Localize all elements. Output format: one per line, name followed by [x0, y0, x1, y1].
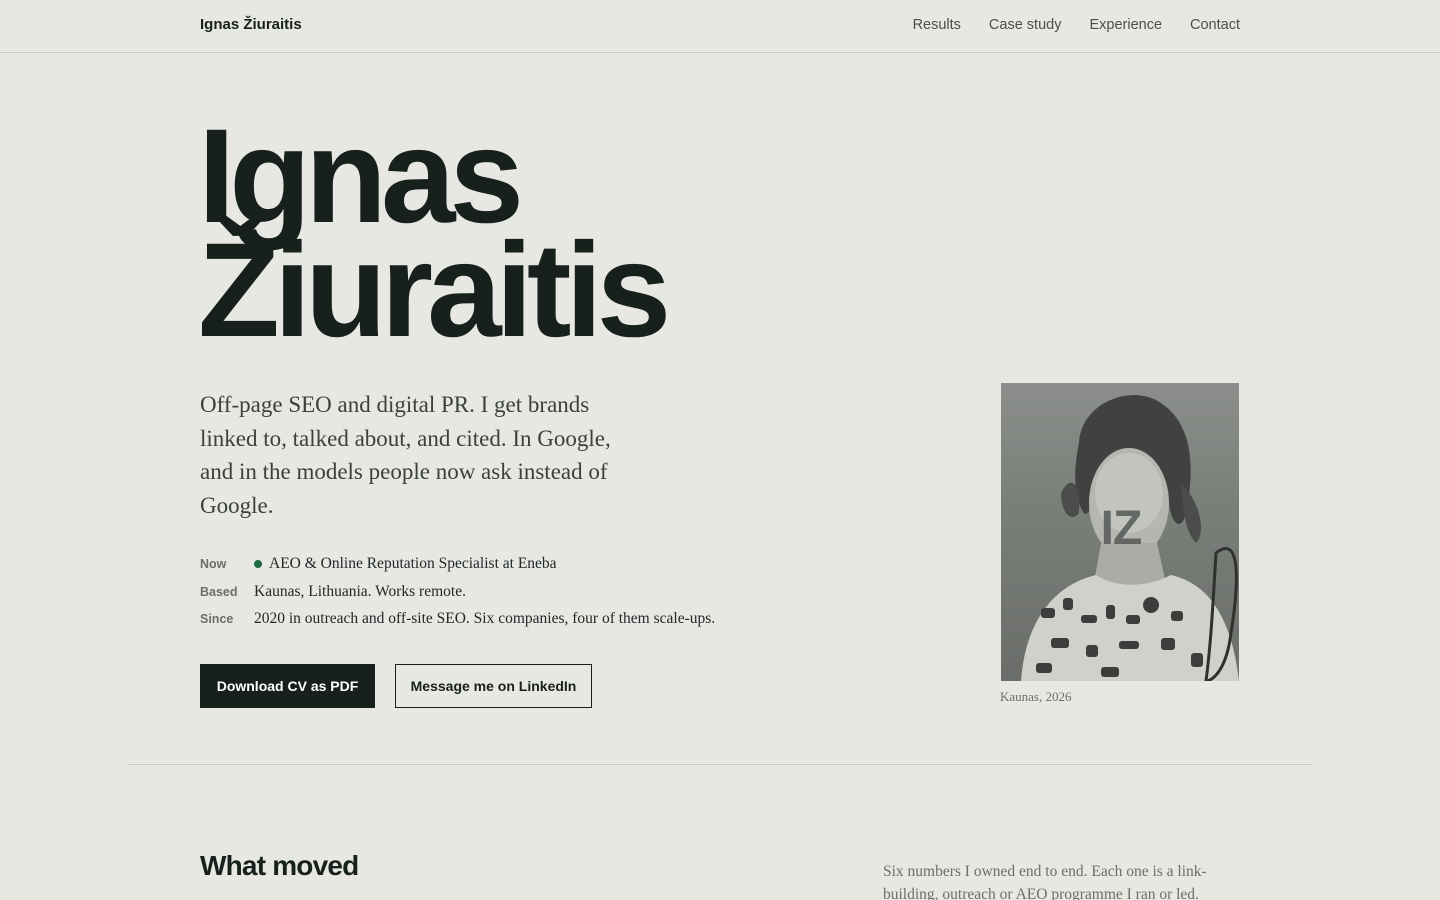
hero-tagline: Off-page SEO and digital PR. I get brand…: [200, 392, 611, 518]
hero-name-heading: Ignas Žiuraitis: [198, 110, 671, 365]
results-section-intro: Six numbers I owned end to end. Each one…: [883, 863, 1207, 900]
status-dot-icon: [254, 560, 262, 568]
download-cv-button[interactable]: Download CV as PDF: [200, 664, 375, 708]
fact-row-based: Based Kaunas, Lithuania. Works remote.: [200, 583, 715, 611]
fact-key: Now: [200, 557, 227, 571]
portrait-initials: IZ: [1100, 502, 1143, 555]
fact-value: AEO & Online Reputation Specialist at En…: [254, 555, 557, 573]
hero-name-line-last: Žiuraitis: [198, 216, 671, 365]
site-brand[interactable]: Ignas Žiuraitis: [200, 16, 302, 33]
portrait-photo: IZ: [1001, 383, 1239, 681]
nav-link-experience[interactable]: Experience: [1089, 17, 1162, 33]
photo-caption: Kaunas, 2026: [1000, 689, 1072, 704]
linkedin-message-button[interactable]: Message me on LinkedIn: [395, 664, 592, 708]
fact-key: Since: [200, 612, 234, 626]
profile-facts: Now AEO & Online Reputation Specialist a…: [200, 555, 715, 638]
fact-value: Kaunas, Lithuania. Works remote.: [254, 582, 466, 600]
fact-key: Based: [200, 584, 238, 599]
main-nav: Results Case study Experience Contact: [913, 17, 1240, 33]
nav-link-results[interactable]: Results: [913, 17, 961, 33]
results-section-title: What moved: [200, 850, 359, 881]
nav-link-contact[interactable]: Contact: [1190, 17, 1240, 33]
fact-row-since: Since 2020 in outreach and off-site SEO.…: [200, 610, 715, 638]
fact-row-now: Now AEO & Online Reputation Specialist a…: [200, 555, 715, 583]
current-role: AEO & Online Reputation Specialist at En…: [269, 555, 557, 572]
fact-value: 2020 in outreach and off-site SEO. Six c…: [254, 610, 716, 627]
top-navigation-bar: Ignas Žiuraitis Results Case study Exper…: [0, 0, 1440, 53]
section-divider: [128, 764, 1312, 765]
nav-link-case-study[interactable]: Case study: [989, 17, 1062, 33]
